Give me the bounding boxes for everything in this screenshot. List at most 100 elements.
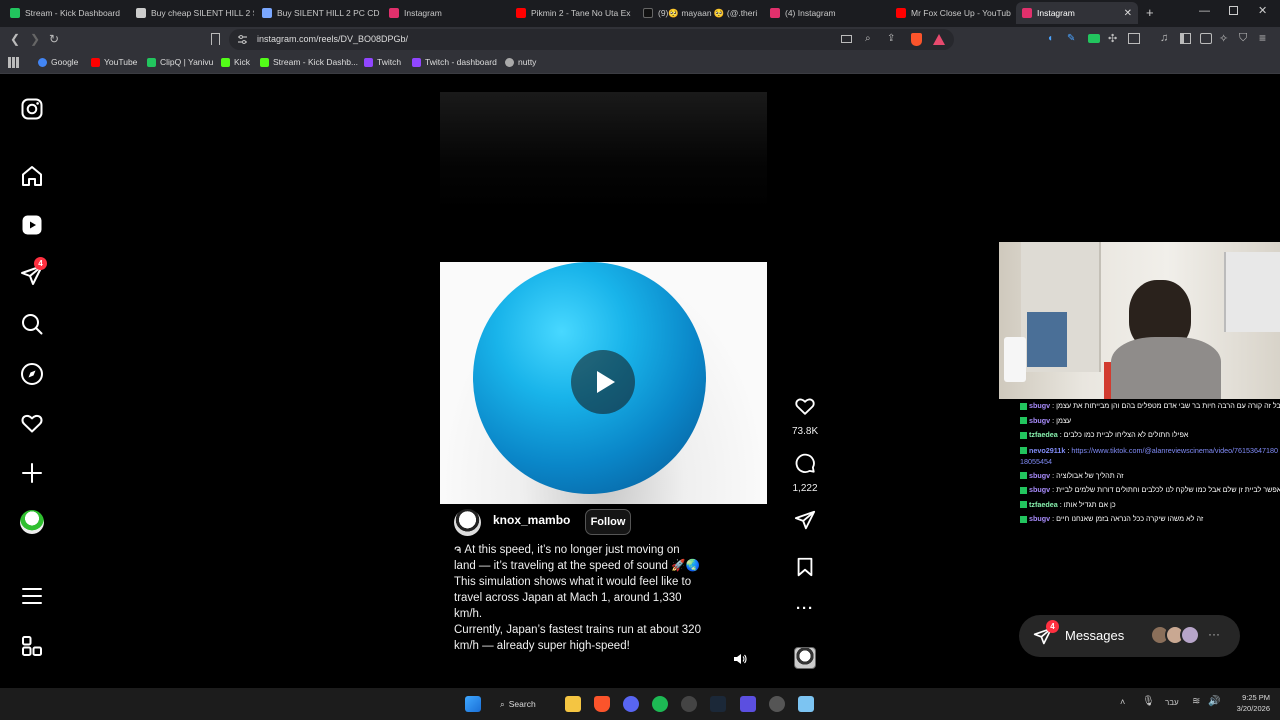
tray-chevron-icon[interactable]: ˄ [1120, 697, 1125, 707]
taskbar-search[interactable]: ⌕ Search [500, 694, 548, 714]
file-explorer-icon[interactable] [565, 696, 581, 712]
volume-icon[interactable]: 🔊 [1208, 696, 1220, 707]
heart-icon[interactable] [794, 395, 816, 417]
spotify-icon[interactable] [652, 696, 668, 712]
wifi-icon[interactable]: ≋ [1192, 696, 1200, 707]
bookmark-clipq[interactable]: ClipQ | Yanivu [147, 57, 213, 67]
extension-icon[interactable] [1128, 33, 1140, 44]
brave-rewards-icon[interactable] [933, 34, 945, 45]
reload-icon[interactable]: ↻ [49, 32, 59, 46]
reel-player[interactable]: knox_mambo Follow ຈ At this speed, it’s … [440, 92, 767, 675]
puzzle-icon[interactable]: ✣ [1108, 32, 1117, 45]
bookmark-nutty[interactable]: nutty [505, 57, 536, 67]
chat-line: sbugv : אפשר לביית זן שלם אבל כמו שלקח ל… [1020, 483, 1280, 498]
author-username[interactable]: knox_mambo [493, 513, 570, 527]
save-action[interactable] [792, 556, 818, 583]
site-info-icon[interactable] [237, 34, 248, 45]
tab-silent-hill-1[interactable]: Buy cheap SILENT HILL 2 S [136, 2, 254, 24]
tab-mr-fox[interactable]: Mr Fox Close Up - YouTub [896, 2, 1014, 24]
obs-icon[interactable] [769, 696, 785, 712]
author-avatar[interactable] [454, 509, 481, 536]
instagram-logo-icon[interactable] [20, 97, 44, 121]
video-frame[interactable] [440, 262, 767, 504]
home-icon[interactable] [20, 164, 44, 188]
webcam-overlay [999, 242, 1280, 399]
bookmark-youtube[interactable]: YouTube [91, 57, 137, 67]
play-button[interactable] [571, 350, 635, 414]
zoom-icon[interactable]: ⌕ [865, 33, 871, 44]
reels-icon[interactable] [20, 213, 44, 237]
extension-icon[interactable] [1088, 34, 1100, 43]
share-icon[interactable]: ⇪ [887, 33, 895, 44]
sidebar-icon[interactable] [1180, 33, 1191, 44]
app-icon[interactable] [681, 696, 697, 712]
bookmark-twitch[interactable]: Twitch [364, 57, 401, 67]
comment-action[interactable]: 1,222 [792, 452, 818, 494]
bookmark-google[interactable]: Google [38, 57, 78, 67]
heart-icon[interactable] [20, 411, 44, 435]
brave-shields-icon[interactable] [911, 33, 922, 46]
instagram-icon [1022, 8, 1032, 18]
bookmark-kick[interactable]: Kick [221, 57, 250, 67]
notepad-icon[interactable] [798, 696, 814, 712]
bookmark-twitch-dashboard[interactable]: Twitch - dashboard [412, 57, 497, 67]
more-icon: ··· [1208, 627, 1220, 641]
like-action[interactable]: 73.8K [792, 395, 818, 437]
messages-button[interactable]: 4 Messages ··· [1019, 615, 1240, 657]
brave-browser-icon[interactable] [594, 696, 610, 712]
minimize-icon[interactable]: — [1199, 5, 1210, 17]
url-bar[interactable]: instagram.com/reels/DV_BO08DPGb/ ⌕ ⇪ [229, 29, 954, 50]
search-icon[interactable] [20, 312, 44, 336]
more-menu-icon[interactable] [20, 584, 44, 608]
leo-icon[interactable]: ✧ [1219, 32, 1228, 45]
follow-button[interactable]: Follow [585, 509, 631, 535]
direct-messages-icon[interactable]: 4 [20, 257, 47, 287]
tab-instagram-2[interactable]: (4) Instagram [770, 2, 888, 24]
bookmark-icon[interactable] [211, 33, 220, 45]
clock[interactable]: 9:25 PM 3/20/2026 [1226, 692, 1270, 714]
extension-icon[interactable]: ✎ [1067, 33, 1075, 44]
also-from-meta-icon[interactable] [20, 634, 44, 658]
explore-icon[interactable] [20, 362, 44, 386]
wallet-icon[interactable] [1200, 33, 1212, 44]
cast-icon[interactable] [841, 35, 852, 43]
maximize-icon[interactable] [1229, 6, 1238, 15]
tab-tiktok[interactable]: (9)🥺 mayaan 🥺 (@.theri [643, 2, 761, 24]
bookmark-kick-dashboard[interactable]: Stream - Kick Dashb... [260, 57, 358, 67]
bookmarks-bar: Google YouTube ClipQ | Yanivu Kick Strea… [0, 52, 1280, 74]
audio-track-thumbnail[interactable] [794, 647, 816, 669]
windows-start-icon[interactable] [465, 696, 481, 712]
audio-icon[interactable] [733, 652, 747, 666]
vpn-icon[interactable]: ⛉ [1239, 32, 1247, 45]
close-window-icon[interactable]: ✕ [1258, 4, 1267, 17]
comment-icon[interactable] [794, 452, 816, 474]
save-icon[interactable] [794, 556, 816, 578]
new-tab-icon[interactable]: + [1146, 5, 1154, 20]
app-icon[interactable] [740, 696, 756, 712]
chat-line: tzfaedea : אפילו חתולים לא הצליחו לביית … [1020, 428, 1280, 443]
language-indicator[interactable]: עבר [1165, 698, 1179, 707]
extension-icon[interactable]: ◖ [1047, 33, 1059, 45]
microphone-icon[interactable]: 🎙 [1142, 696, 1155, 707]
tab-silent-hill-2[interactable]: Buy SILENT HILL 2 PC CD K [262, 2, 380, 24]
create-icon[interactable] [20, 461, 44, 485]
profile-avatar[interactable] [20, 510, 44, 534]
back-icon[interactable]: ❮ [10, 32, 20, 46]
url-text: instagram.com/reels/DV_BO08DPGb/ [257, 34, 409, 44]
share-icon[interactable] [794, 509, 816, 531]
tab-instagram-1[interactable]: Instagram [389, 2, 507, 24]
close-tab-icon[interactable]: ✕ [1124, 8, 1132, 19]
blue-drawers [1027, 312, 1067, 367]
media-icon[interactable]: ♫ [1160, 32, 1168, 44]
forward-icon[interactable]: ❯ [30, 32, 40, 46]
reel-caption[interactable]: ຈ At this speed, it’s no longer just mov… [454, 542, 702, 654]
steam-icon[interactable] [710, 696, 726, 712]
share-action[interactable] [792, 509, 818, 536]
discord-icon[interactable] [623, 696, 639, 712]
menu-icon[interactable]: ≡ [1259, 31, 1266, 45]
tab-pikmin[interactable]: Pikmin 2 - Tane No Uta Ex [516, 2, 634, 24]
apps-grid-icon[interactable] [8, 57, 19, 68]
tab-kick-dashboard[interactable]: Stream - Kick Dashboard [10, 2, 128, 24]
more-options-icon[interactable]: ··· [792, 600, 818, 617]
tab-instagram-active[interactable]: Instagram ✕ [1016, 2, 1138, 24]
